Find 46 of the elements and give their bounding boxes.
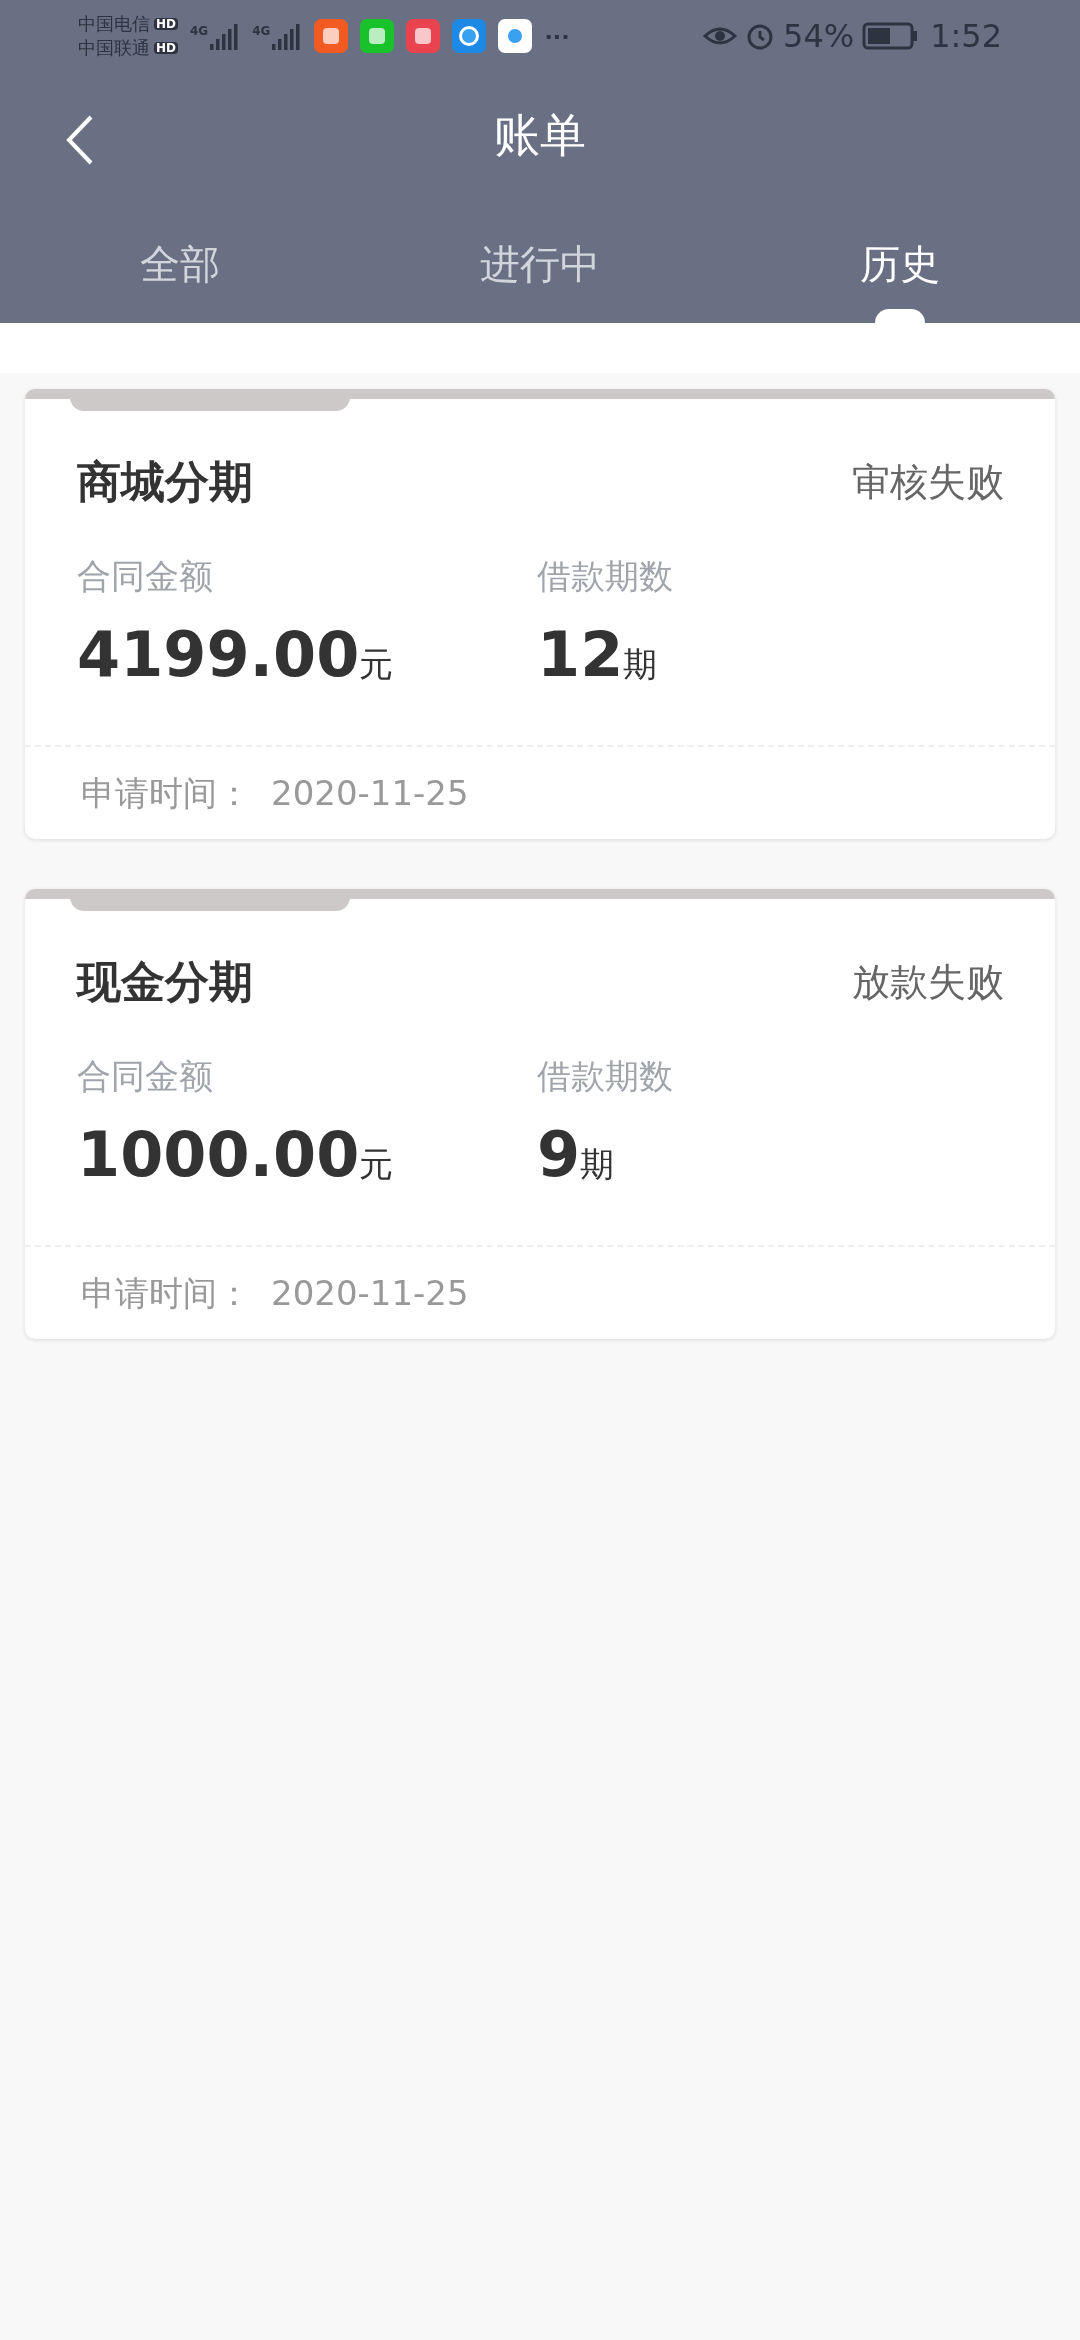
more-notifications: ··· — [544, 22, 570, 51]
back-icon — [66, 115, 94, 165]
app-icon — [360, 19, 395, 53]
field-label: 借款期数 — [537, 1055, 673, 1098]
app-icon — [314, 19, 349, 53]
tab[interactable]: 全部 — [0, 198, 360, 323]
bill-status: 放款失败 — [852, 958, 1004, 1006]
signal-icon — [272, 22, 303, 50]
bill-card[interactable]: 现金分期 放款失败 合同金额 1000.00元 借款期数 9期 申请时间： 2020-11-25 — [25, 889, 1055, 1339]
tab[interactable]: 历史 — [720, 198, 1080, 323]
field-label: 借款期数 — [537, 555, 673, 598]
app-icon — [406, 19, 441, 53]
term-value: 9 — [537, 1117, 581, 1193]
battery-icon — [862, 22, 919, 50]
date-value: 2020-11-25 — [271, 771, 469, 815]
hd-badge: HD — [154, 42, 178, 54]
bill-card[interactable]: 商城分期 审核失败 合同金额 4199.00元 借款期数 12期 申请时间： 2020-11-25 — [25, 389, 1055, 839]
term-value: 12 — [537, 617, 624, 693]
selected-tab-indicator — [875, 309, 925, 323]
term-unit: 期 — [580, 1144, 615, 1186]
amount-value: 1000.00 — [77, 1117, 360, 1193]
date-value: 2020-11-25 — [271, 1271, 469, 1315]
app-icon — [498, 19, 533, 53]
bill-type: 商城分期 — [77, 455, 253, 509]
field-label: 合同金额 — [77, 555, 214, 598]
hd-badge: HD — [154, 18, 178, 30]
tab[interactable]: 进行中 — [360, 198, 720, 323]
network-type: 4G — [252, 23, 271, 40]
date-label: 申请时间： — [81, 771, 251, 815]
eye-icon — [703, 24, 737, 48]
app-icon — [452, 19, 487, 53]
carrier-name: 中国联通 — [78, 39, 150, 57]
battery-percent: 54% — [783, 16, 855, 57]
signal-icon — [210, 22, 241, 50]
clock-time: 1:52 — [930, 16, 1002, 57]
amount-value: 4199.00 — [77, 617, 360, 693]
page-title: 账单 — [494, 106, 586, 164]
amount-unit: 元 — [359, 1143, 394, 1186]
amount-unit: 元 — [359, 643, 394, 686]
date-label: 申请时间： — [81, 1271, 251, 1315]
term-unit: 期 — [623, 643, 658, 686]
field-label: 合同金额 — [77, 1055, 214, 1098]
bill-status: 审核失败 — [852, 458, 1004, 506]
bill-type: 现金分期 — [77, 955, 253, 1009]
network-type: 4G — [190, 23, 209, 40]
carrier-name: 中国电信 — [78, 15, 150, 33]
